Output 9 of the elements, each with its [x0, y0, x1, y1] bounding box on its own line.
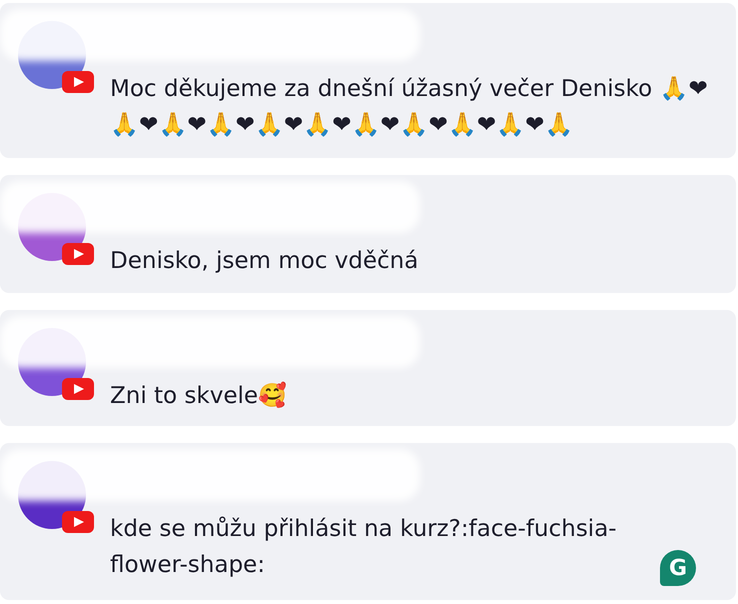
grammarly-button[interactable]: G	[660, 550, 696, 586]
comment-text: Denisko, jsem moc vděčná	[110, 247, 418, 276]
video-play-icon	[62, 511, 94, 533]
video-play-icon	[62, 378, 94, 400]
comment-text: Moc děkujeme za dnešní úžasný večer Denisko 🙏❤🙏❤🙏❤🙏❤🙏❤🙏❤🙏❤🙏❤🙏❤🙏❤🙏	[110, 75, 709, 140]
video-play-icon	[62, 71, 94, 93]
comment-text: Zni to skvele🥰	[110, 380, 288, 411]
video-play-icon	[62, 243, 94, 265]
comment-text: kde se můžu přihlásit na kurz?:face-fuchsia-flower-shape:	[110, 515, 618, 580]
